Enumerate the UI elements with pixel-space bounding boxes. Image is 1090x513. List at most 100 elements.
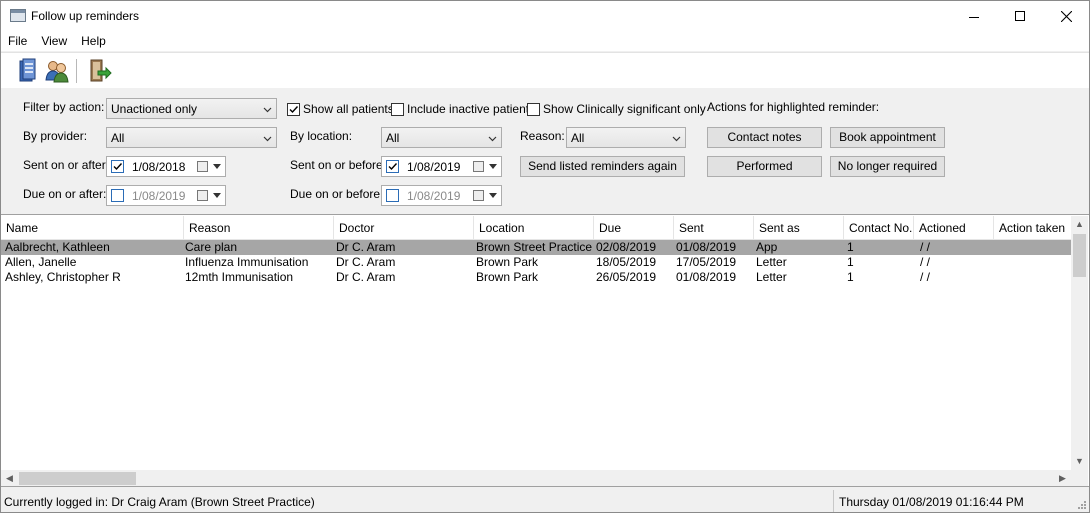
cell-due: 26/05/2019 [596, 270, 657, 284]
chevron-down-icon [213, 193, 221, 198]
cell-name: Aalbrecht, Kathleen [5, 240, 110, 254]
cell-doctor: Dr C. Aram [336, 240, 396, 254]
scroll-left-icon[interactable]: ◀ [1, 470, 18, 486]
server-button[interactable] [14, 58, 40, 84]
by-location-label: By location: [290, 129, 353, 143]
cell-location: Brown Park [476, 270, 539, 284]
app-icon [10, 9, 26, 22]
follow-up-reminders-window: Follow up reminders File View Help Filte… [0, 0, 1090, 513]
scroll-right-icon[interactable]: ▶ [1054, 470, 1071, 486]
table-row[interactable]: Allen, Janelle Influenza Immunisation Dr… [1, 255, 1071, 270]
checkbox-checked-icon[interactable] [386, 160, 399, 173]
menu-file[interactable]: File [1, 34, 34, 48]
checkbox-icon [527, 102, 540, 116]
toolbar [1, 52, 1089, 88]
by-provider-label: By provider: [23, 129, 88, 143]
menu-bar: File View Help [1, 31, 1089, 51]
include-inactive-checkbox[interactable]: Include inactive patients [391, 101, 535, 117]
send-listed-reminders-button[interactable]: Send listed reminders again [520, 156, 685, 177]
filter-by-action-select[interactable]: Unactioned only [106, 98, 277, 119]
sent-on-before-value: 1/08/2019 [407, 160, 461, 174]
resize-grip-icon[interactable] [1075, 498, 1087, 510]
column-header-actioned[interactable]: Actioned [914, 216, 994, 240]
sent-on-before-datepicker[interactable]: 1/08/2019 [381, 156, 502, 177]
filter-by-action-value: Unactioned only [111, 102, 198, 116]
cell-contact-no: 1 [847, 255, 854, 269]
table-row[interactable]: Ashley, Christopher R 12mth Immunisation… [1, 270, 1071, 285]
chevron-down-icon [488, 136, 497, 142]
contact-notes-button[interactable]: Contact notes [707, 127, 822, 148]
cell-sent: 01/08/2019 [676, 270, 737, 284]
checkbox-icon [391, 102, 404, 116]
chevron-down-icon [489, 193, 497, 198]
cell-actioned: / / [920, 240, 931, 254]
column-header-sent-as[interactable]: Sent as [754, 216, 844, 240]
by-location-select[interactable]: All [381, 127, 502, 148]
exit-icon [90, 59, 112, 82]
column-header-sent[interactable]: Sent [674, 216, 754, 240]
filter-by-action-label: Filter by action: [23, 100, 105, 114]
actions-heading: Actions for highlighted reminder: [707, 100, 880, 114]
cell-name: Allen, Janelle [5, 255, 77, 269]
menu-help[interactable]: Help [74, 34, 113, 48]
chevron-down-icon [263, 107, 272, 113]
users-icon [45, 61, 69, 83]
minimize-icon [969, 16, 979, 18]
exit-button[interactable] [86, 58, 112, 84]
reason-select[interactable]: All [566, 127, 686, 148]
cell-doctor: Dr C. Aram [336, 255, 396, 269]
by-provider-value: All [111, 131, 125, 145]
sent-on-after-datepicker[interactable]: 1/08/2018 [106, 156, 226, 177]
menu-view[interactable]: View [34, 34, 74, 48]
vertical-scrollbar[interactable]: ▲ ▼ [1071, 216, 1088, 470]
cell-action-taken [996, 240, 1071, 255]
cell-sent-as: Letter [756, 255, 787, 269]
scroll-down-icon[interactable]: ▼ [1071, 453, 1088, 470]
cell-due: 02/08/2019 [596, 240, 657, 254]
due-on-after-datepicker[interactable]: 1/08/2019 [106, 185, 226, 206]
due-on-after-value: 1/08/2019 [132, 189, 186, 203]
by-location-value: All [386, 131, 400, 145]
cell-due: 18/05/2019 [596, 255, 657, 269]
column-header-location[interactable]: Location [474, 216, 594, 240]
column-header-due[interactable]: Due [594, 216, 674, 240]
show-all-patients-checkbox[interactable]: Show all patients [287, 101, 394, 117]
horizontal-scrollbar[interactable]: ◀ ▶ [1, 470, 1071, 486]
cell-reason: Influenza Immunisation [185, 255, 309, 269]
clinically-significant-checkbox[interactable]: Show Clinically significant only [527, 101, 706, 117]
checkbox-icon[interactable] [111, 189, 124, 202]
no-longer-required-button[interactable]: No longer required [830, 156, 945, 177]
checkbox-checked-icon[interactable] [111, 160, 124, 173]
cell-actioned: / / [920, 270, 931, 284]
due-on-before-datepicker[interactable]: 1/08/2019 [381, 185, 502, 206]
column-header-name[interactable]: Name [1, 216, 184, 240]
close-button[interactable] [1043, 1, 1089, 31]
status-bar: Currently logged in: Dr Craig Aram (Brow… [1, 490, 1089, 512]
horizontal-scroll-thumb[interactable] [19, 472, 136, 485]
book-appointment-button[interactable]: Book appointment [830, 127, 945, 148]
grid-header: Name Reason Doctor Location Due Sent Sen… [1, 216, 1071, 240]
performed-button[interactable]: Performed [707, 156, 822, 177]
vertical-scroll-thumb[interactable] [1073, 234, 1086, 277]
cell-doctor: Dr C. Aram [336, 270, 396, 284]
cell-action-taken [996, 255, 1071, 270]
column-header-doctor[interactable]: Doctor [334, 216, 474, 240]
include-inactive-label: Include inactive patients [407, 102, 536, 116]
column-header-reason[interactable]: Reason [184, 216, 334, 240]
calendar-icon [197, 161, 208, 172]
reminders-grid[interactable]: Name Reason Doctor Location Due Sent Sen… [1, 214, 1089, 487]
checkbox-icon[interactable] [386, 189, 399, 202]
due-on-before-label: Due on or before: [290, 187, 384, 201]
column-header-contact-no[interactable]: Contact No. [844, 216, 914, 240]
column-header-action-taken[interactable]: Action taken [994, 216, 1071, 240]
users-button[interactable] [44, 58, 70, 84]
by-provider-select[interactable]: All [106, 127, 277, 148]
due-on-before-value: 1/08/2019 [407, 189, 461, 203]
scroll-up-icon[interactable]: ▲ [1071, 216, 1088, 233]
cell-location: Brown Street Practice [476, 240, 593, 254]
maximize-button[interactable] [997, 1, 1043, 31]
cell-actioned: / / [920, 255, 931, 269]
minimize-button[interactable] [951, 1, 997, 31]
window-title: Follow up reminders [31, 9, 140, 23]
table-row[interactable]: Aalbrecht, Kathleen Care plan Dr C. Aram… [1, 240, 1071, 255]
